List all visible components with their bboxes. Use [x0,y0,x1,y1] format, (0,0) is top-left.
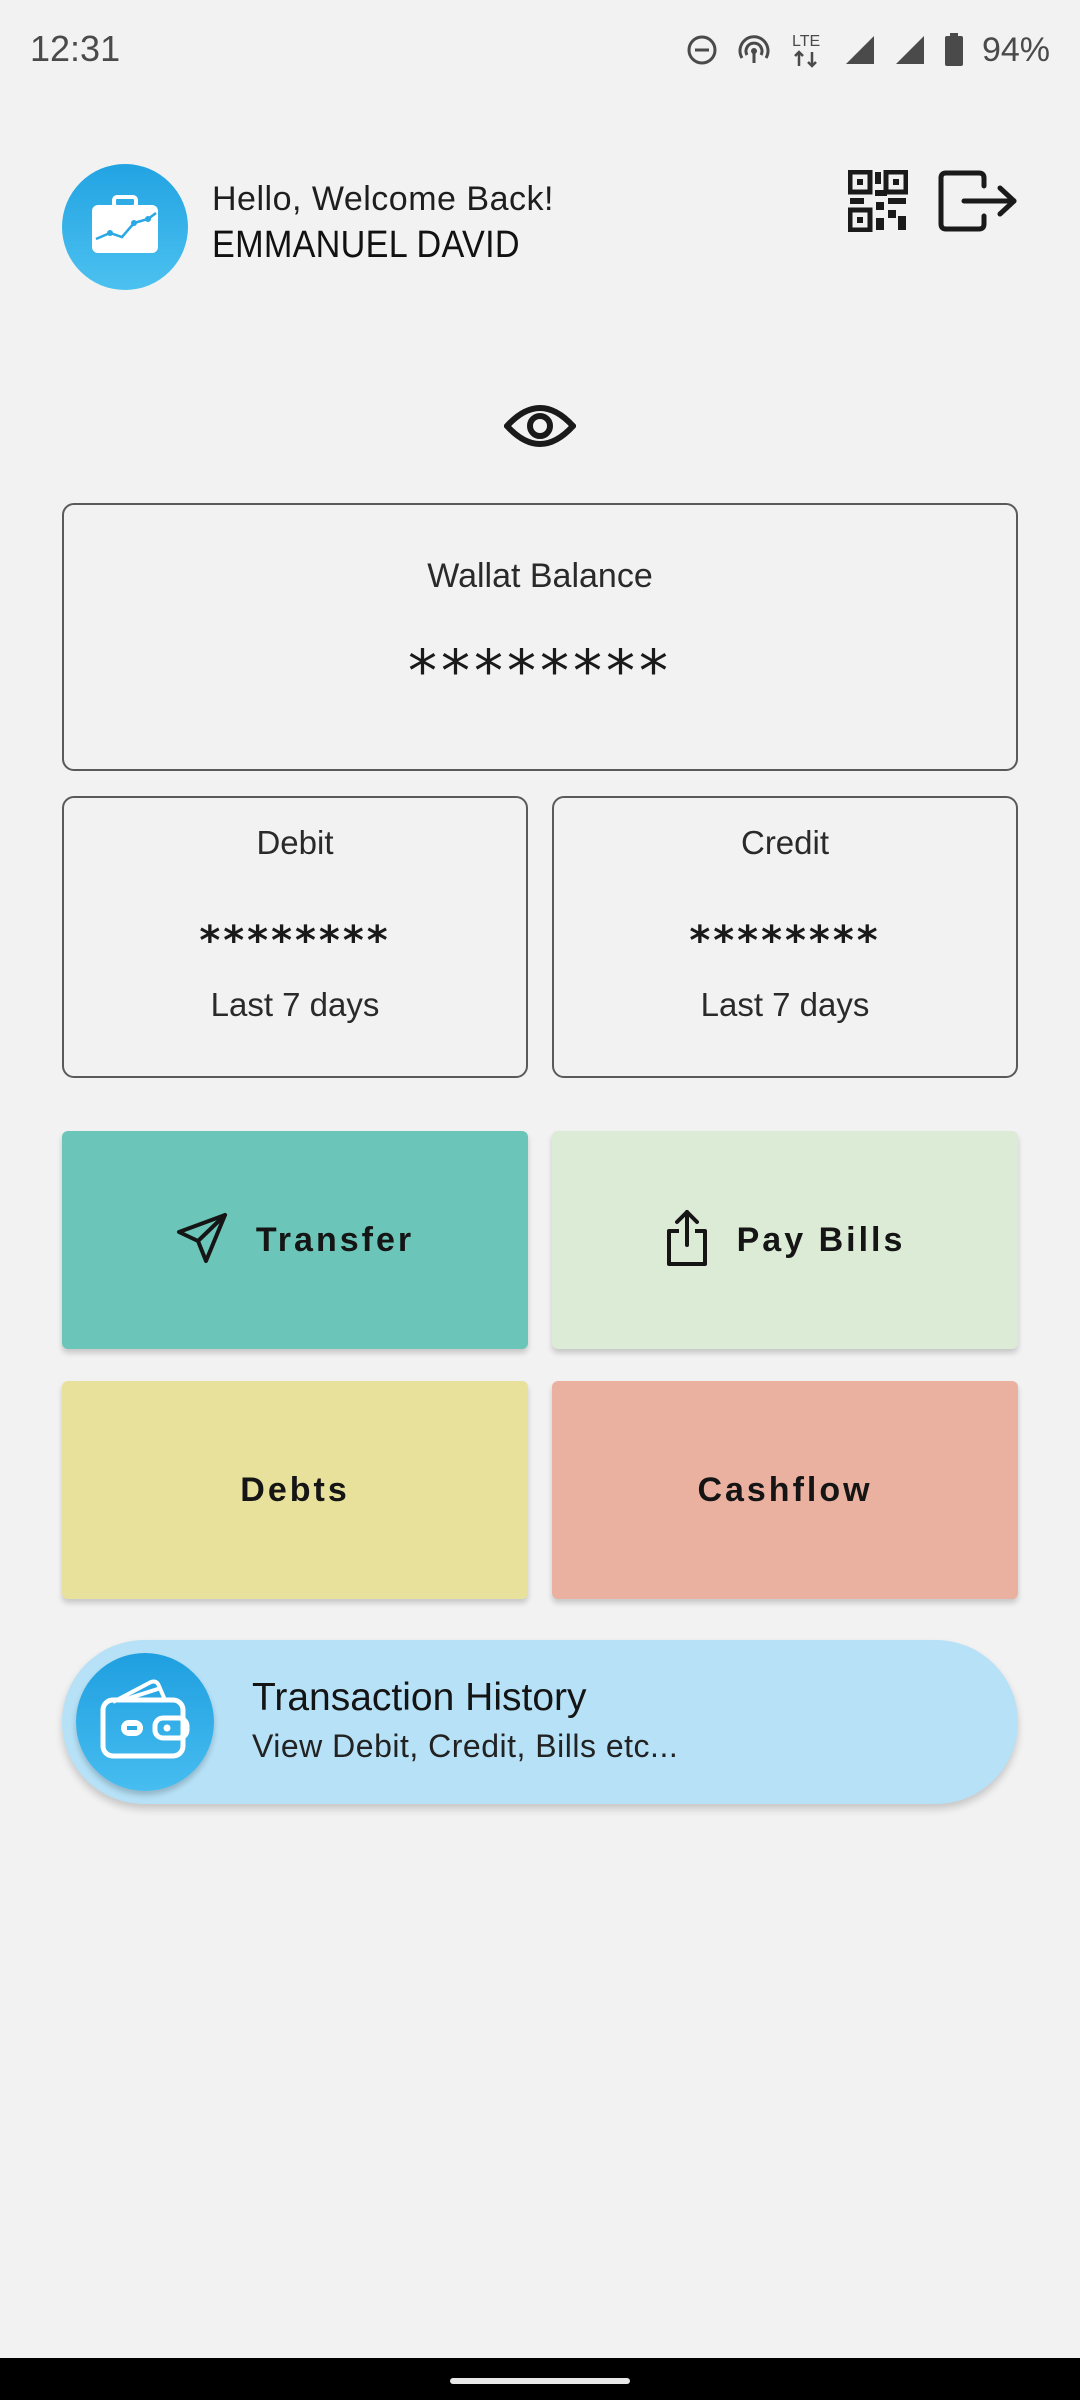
svg-text:LTE: LTE [792,33,820,50]
debit-card: Debit ******** Last 7 days [62,796,528,1078]
transaction-history-subtitle: View Debit, Credit, Bills etc... [252,1728,679,1764]
wallet-icon [99,1678,191,1767]
pay-bills-button[interactable]: Pay Bills [552,1131,1018,1349]
lte-icon: LTE [790,30,826,70]
credit-amount: ******** [689,918,881,964]
debit-label: Debit [256,824,334,861]
logout-button[interactable] [938,170,1020,232]
debts-button[interactable]: Debts [62,1381,528,1599]
status-icons: LTE 94% [686,26,1050,74]
credit-card: Credit ******** Last 7 days [552,796,1018,1078]
briefcase-chart-icon [90,193,160,262]
debit-amount: ******** [199,918,391,964]
transfer-button[interactable]: Transfer [62,1131,528,1349]
wallet-balance-label: Wallat Balance [427,557,653,595]
balance-visibility-toggle[interactable] [502,398,578,454]
battery-icon [944,33,964,67]
transaction-history-title: Transaction History [252,1676,587,1719]
battery-percent: 94% [981,30,1050,69]
qr-code-button[interactable] [847,169,909,233]
credit-label: Credit [740,824,830,861]
dashboard-screen: 12:31 LTE 94% Hello, Welcome Back! EMMAN… [0,0,1080,2400]
signal-icon-2 [894,34,926,66]
cashflow-button[interactable]: Cashflow [552,1381,1018,1599]
greeting-text: Hello, Welcome Back! [212,180,554,218]
user-name: EMMANUEL DAVID [212,224,520,266]
cashflow-label: Cashflow [697,1470,873,1509]
send-icon [176,1212,228,1269]
pay-bills-label: Pay Bills [736,1220,906,1259]
logout-icon [938,170,1020,236]
debts-label: Debts [240,1470,350,1509]
status-time: 12:31 [30,28,121,69]
transaction-history-button[interactable]: Transaction History View Debit, Credit, … [62,1640,1018,1804]
home-indicator[interactable] [450,2378,630,2384]
share-upload-icon [665,1209,709,1272]
wallet-balance-amount: ******** [408,637,672,705]
signal-icon-1 [844,34,876,66]
status-bar: 12:31 LTE 94% [0,0,1080,100]
debit-period: Last 7 days [210,986,380,1023]
qr-code-icon [847,169,909,236]
eye-icon [502,405,578,458]
wallet-balance-card: Wallat Balance ******** [62,503,1018,771]
transfer-label: Transfer [255,1220,415,1259]
do-not-disturb-icon [686,34,718,66]
wallet-icon-badge [76,1653,214,1791]
avatar [62,164,188,290]
hotspot-icon [736,34,772,66]
credit-period: Last 7 days [700,986,870,1023]
